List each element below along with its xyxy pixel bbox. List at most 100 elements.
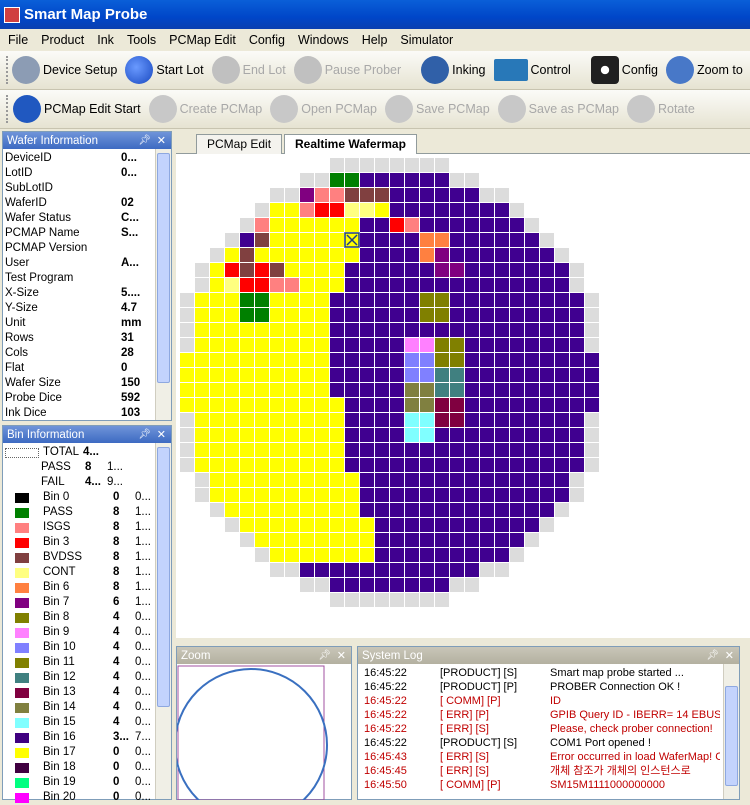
wafer-die[interactable] bbox=[240, 218, 254, 232]
wafer-die[interactable] bbox=[435, 578, 449, 592]
wafer-die[interactable] bbox=[255, 503, 269, 517]
wafer-die[interactable] bbox=[180, 458, 194, 472]
wafer-die[interactable] bbox=[510, 488, 524, 502]
wafer-die[interactable] bbox=[540, 383, 554, 397]
menu-pcmap-edit[interactable]: PCMap Edit bbox=[169, 33, 236, 47]
wafer-die[interactable] bbox=[465, 473, 479, 487]
wafer-die[interactable] bbox=[555, 338, 569, 352]
wafer-die[interactable] bbox=[345, 323, 359, 337]
wafer-die[interactable] bbox=[495, 248, 509, 262]
wafer-die[interactable] bbox=[315, 188, 329, 202]
wafer-die[interactable] bbox=[450, 533, 464, 547]
wafer-die[interactable] bbox=[495, 203, 509, 217]
wafer-die[interactable] bbox=[315, 278, 329, 292]
wafer-die[interactable] bbox=[465, 428, 479, 442]
wafer-die[interactable] bbox=[240, 263, 254, 277]
wafer-die[interactable] bbox=[225, 308, 239, 322]
wafer-die[interactable] bbox=[420, 158, 434, 172]
wafer-die[interactable] bbox=[360, 218, 374, 232]
wafer-die[interactable] bbox=[315, 293, 329, 307]
pin-icon[interactable]: 📌︎ bbox=[138, 429, 151, 440]
wafer-die[interactable] bbox=[375, 188, 389, 202]
wafer-die[interactable] bbox=[420, 458, 434, 472]
wafer-die[interactable] bbox=[510, 383, 524, 397]
wafer-die[interactable] bbox=[510, 233, 524, 247]
wafer-die[interactable] bbox=[360, 353, 374, 367]
wafer-die[interactable] bbox=[435, 368, 449, 382]
wafer-die[interactable] bbox=[210, 248, 224, 262]
wafer-die[interactable] bbox=[360, 173, 374, 187]
wafer-die[interactable] bbox=[435, 218, 449, 232]
wafer-die[interactable] bbox=[345, 263, 359, 277]
wafer-die[interactable] bbox=[360, 458, 374, 472]
wafer-die[interactable] bbox=[375, 218, 389, 232]
toolbar-grip[interactable] bbox=[6, 56, 8, 84]
wafer-die[interactable] bbox=[330, 578, 344, 592]
wafer-die[interactable] bbox=[525, 488, 539, 502]
wafer-die[interactable] bbox=[510, 518, 524, 532]
wafer-die[interactable] bbox=[195, 353, 209, 367]
wafer-die[interactable] bbox=[315, 428, 329, 442]
wafer-die[interactable] bbox=[390, 503, 404, 517]
wafer-die[interactable] bbox=[270, 473, 284, 487]
wafer-die[interactable] bbox=[345, 188, 359, 202]
wafer-die[interactable] bbox=[375, 473, 389, 487]
wafer-die[interactable] bbox=[255, 353, 269, 367]
wafer-die[interactable] bbox=[345, 248, 359, 262]
wafer-die[interactable] bbox=[285, 458, 299, 472]
wafer-die[interactable] bbox=[300, 443, 314, 457]
wafer-die[interactable] bbox=[270, 563, 284, 577]
wafer-die[interactable] bbox=[300, 368, 314, 382]
wafer-die[interactable] bbox=[255, 218, 269, 232]
wafer-die[interactable] bbox=[435, 518, 449, 532]
wafer-die[interactable] bbox=[285, 473, 299, 487]
wafer-die[interactable] bbox=[195, 413, 209, 427]
wafer-die[interactable] bbox=[225, 383, 239, 397]
wafer-die[interactable] bbox=[300, 503, 314, 517]
wafer-die[interactable] bbox=[285, 398, 299, 412]
bin-row[interactable]: Bin 9 4 0... bbox=[3, 625, 155, 640]
wafer-die[interactable] bbox=[315, 413, 329, 427]
wafer-die[interactable] bbox=[375, 248, 389, 262]
wafer-die[interactable] bbox=[540, 428, 554, 442]
wafer-die[interactable] bbox=[510, 338, 524, 352]
wafer-die[interactable] bbox=[450, 248, 464, 262]
wafer-die[interactable] bbox=[180, 293, 194, 307]
bin-row[interactable]: FAIL 4... 9... bbox=[3, 475, 155, 490]
wafer-die[interactable] bbox=[210, 428, 224, 442]
wafer-die[interactable] bbox=[345, 398, 359, 412]
wafer-die[interactable] bbox=[480, 188, 494, 202]
wafer-die[interactable] bbox=[285, 548, 299, 562]
wafer-die[interactable] bbox=[240, 518, 254, 532]
wafer-die[interactable] bbox=[330, 518, 344, 532]
wafer-die[interactable] bbox=[285, 323, 299, 337]
wafer-die[interactable] bbox=[540, 488, 554, 502]
wafer-die[interactable] bbox=[285, 353, 299, 367]
wafer-die[interactable] bbox=[210, 278, 224, 292]
wafer-die[interactable] bbox=[525, 233, 539, 247]
wafer-die[interactable] bbox=[300, 248, 314, 262]
wafer-die[interactable] bbox=[495, 503, 509, 517]
wafer-die[interactable] bbox=[570, 413, 584, 427]
wafer-die[interactable] bbox=[450, 188, 464, 202]
wafer-die[interactable] bbox=[195, 488, 209, 502]
wafer-die[interactable] bbox=[420, 593, 434, 607]
bin-row[interactable]: Bin 11 4 0... bbox=[3, 655, 155, 670]
wafer-die[interactable] bbox=[285, 338, 299, 352]
wafer-die[interactable] bbox=[330, 338, 344, 352]
wafer-die[interactable] bbox=[195, 428, 209, 442]
wafer-die[interactable] bbox=[495, 533, 509, 547]
end-lot-button[interactable]: End Lot bbox=[211, 56, 286, 84]
wafer-die[interactable] bbox=[270, 203, 284, 217]
menu-file[interactable]: File bbox=[8, 33, 28, 47]
wafer-die[interactable] bbox=[285, 233, 299, 247]
wafer-die[interactable] bbox=[315, 518, 329, 532]
wafer-die[interactable] bbox=[435, 503, 449, 517]
wafer-die[interactable] bbox=[375, 323, 389, 337]
wafer-die[interactable] bbox=[510, 218, 524, 232]
wafer-die[interactable] bbox=[345, 533, 359, 547]
wafer-die[interactable] bbox=[240, 368, 254, 382]
menu-ink[interactable]: Ink bbox=[97, 33, 114, 47]
wafer-die[interactable] bbox=[495, 338, 509, 352]
menu-windows[interactable]: Windows bbox=[298, 33, 349, 47]
